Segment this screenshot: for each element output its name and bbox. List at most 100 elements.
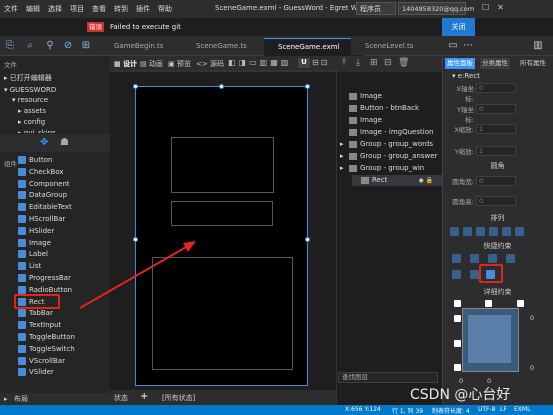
close-error-button[interactable]: 关闭: [442, 18, 475, 36]
debug-icon[interactable]: ⊘: [62, 40, 74, 52]
tree-item-gui-skins[interactable]: ▸ gui_skins: [18, 128, 56, 133]
handle-mid-left[interactable]: [133, 237, 138, 242]
layer-item[interactable]: ▸ Group - group_answer: [340, 151, 437, 162]
menu-file[interactable]: 文件: [0, 4, 22, 14]
prop-input[interactable]: 0: [476, 104, 516, 114]
layer-search-input[interactable]: 查找图层: [338, 372, 438, 383]
layout-tools[interactable]: ◧◨▭▥▦▧: [228, 58, 291, 67]
menu-plugins[interactable]: 插件: [132, 4, 154, 14]
layers-tab-icon[interactable]: ☗: [60, 137, 69, 148]
menu-view[interactable]: 查看: [88, 4, 110, 14]
constraint-hcenter-icon[interactable]: [470, 254, 479, 263]
components-tab-icon[interactable]: ✥: [40, 137, 48, 148]
more-icon[interactable]: ⋯: [462, 40, 474, 52]
expand-arrow-icon[interactable]: ▸: [340, 151, 346, 162]
prop-input[interactable]: 0: [476, 176, 516, 186]
files-icon[interactable]: ⎘: [4, 40, 16, 52]
source-mode[interactable]: <> 源码: [196, 59, 224, 69]
constraint-left-icon[interactable]: [452, 254, 461, 263]
prop-input[interactable]: 1: [476, 124, 516, 134]
component-item[interactable]: ToggleSwitch: [18, 343, 75, 355]
component-item[interactable]: DataGroup: [18, 189, 67, 201]
expand-arrow-icon[interactable]: ▸: [340, 139, 346, 150]
maximize-icon[interactable]: ☐: [482, 3, 489, 12]
preview-mode[interactable]: ▣ 预览: [168, 59, 191, 69]
close-window-icon[interactable]: ✕: [497, 3, 504, 12]
visibility-lock-icon[interactable]: ◉ 🔒: [418, 175, 433, 186]
status-tab-size[interactable]: 制表符长度: 4: [432, 406, 470, 415]
right-top-value[interactable]: 0: [530, 314, 534, 322]
git-icon[interactable]: ⚲: [44, 40, 56, 52]
right-bottom-value[interactable]: 0: [530, 364, 534, 372]
split-editor-icon[interactable]: ▭: [447, 40, 459, 52]
layer-item[interactable]: Image: [340, 91, 382, 102]
component-item[interactable]: Button: [18, 154, 52, 166]
component-item[interactable]: List: [18, 260, 41, 272]
layer-item[interactable]: Image: [340, 115, 382, 126]
menu-goto[interactable]: 转到: [110, 4, 132, 14]
top-left-check[interactable]: [454, 300, 461, 307]
status-eol[interactable]: LF: [500, 406, 507, 413]
align-bottom-icon[interactable]: [476, 227, 485, 236]
layer-item[interactable]: ▸ Group - group_win: [340, 163, 424, 174]
align-tools[interactable]: ⊟⊡: [312, 58, 329, 67]
tab-property-panel[interactable]: 属性面板: [445, 58, 475, 69]
minimize-icon[interactable]: –: [470, 3, 474, 12]
move-down-icon[interactable]: ⤓: [356, 58, 360, 68]
handle-top-mid[interactable]: [219, 84, 224, 89]
add-state-button[interactable]: +: [140, 391, 148, 402]
constraint-top-icon[interactable]: [506, 254, 515, 263]
menu-select[interactable]: 选择: [44, 4, 66, 14]
handle-mid-right[interactable]: [305, 237, 310, 242]
constraint-right-icon[interactable]: [488, 254, 497, 263]
align-left-icon[interactable]: [489, 227, 498, 236]
left-top-check[interactable]: [454, 315, 461, 322]
component-item[interactable]: TextInput: [18, 319, 61, 331]
tab-all-props[interactable]: 所有属性: [518, 58, 548, 69]
ungroup-icon[interactable]: ⊟: [384, 58, 392, 68]
snap-toggle[interactable]: U: [298, 58, 310, 68]
tab-scenelevel[interactable]: SceneLevel.ts: [351, 38, 425, 55]
left-bottom-check[interactable]: [454, 364, 461, 371]
tab-category-props[interactable]: 分类属性: [480, 58, 510, 69]
component-item[interactable]: CheckBox: [18, 166, 64, 178]
top-right-check[interactable]: [517, 300, 524, 307]
opened-editors[interactable]: ▸ 已打开编辑器: [4, 73, 52, 84]
move-up-icon[interactable]: ⤒: [342, 58, 346, 68]
layout-section[interactable]: ▸ 布局: [0, 393, 110, 405]
all-states-select[interactable]: [所有状态]: [162, 393, 195, 403]
tree-item-config[interactable]: ▸ config: [18, 117, 45, 128]
state-tab[interactable]: 状态: [114, 393, 128, 403]
component-item[interactable]: VSlider: [18, 366, 54, 378]
layer-item[interactable]: Button - btnBack: [340, 103, 419, 114]
align-top-icon[interactable]: [450, 227, 459, 236]
component-item[interactable]: TabBar: [18, 307, 53, 319]
left-center-check[interactable]: [454, 340, 461, 347]
tree-item-assets[interactable]: ▸ assets: [18, 106, 46, 117]
top-center-check[interactable]: [485, 300, 492, 307]
component-item[interactable]: HSlider: [18, 225, 54, 237]
search-icon[interactable]: ⌕: [24, 40, 36, 52]
constraint-fill-height-icon[interactable]: [470, 270, 479, 279]
animation-mode[interactable]: ▤ 动画: [140, 59, 163, 69]
component-item[interactable]: EditableText: [18, 201, 72, 213]
group-icon[interactable]: ⊞: [370, 58, 378, 68]
component-item[interactable]: HScrollBar: [18, 213, 65, 225]
align-right-icon[interactable]: [515, 227, 524, 236]
status-encoding[interactable]: UTF-8: [478, 406, 496, 413]
component-item[interactable]: Image: [18, 237, 51, 249]
layer-item[interactable]: Rect ◉ 🔒: [352, 175, 442, 186]
prop-input[interactable]: 0: [476, 83, 516, 93]
component-item[interactable]: ProgressBar: [18, 272, 71, 284]
component-item[interactable]: VScrollBar: [18, 355, 65, 367]
tab-gamebegin[interactable]: GameBegin.ts: [100, 38, 194, 55]
delete-layer-icon[interactable]: 🗑: [398, 58, 409, 68]
expand-arrow-icon[interactable]: ▸: [340, 163, 346, 174]
role-select[interactable]: 程序员: [356, 2, 396, 15]
tree-item-resource[interactable]: ▾ resource: [12, 95, 48, 106]
status-position[interactable]: 行 1, 列 39: [392, 406, 423, 415]
align-center-icon[interactable]: [502, 227, 511, 236]
toggle-panel-icon[interactable]: ▥: [532, 40, 544, 52]
extensions-icon[interactable]: ⊞: [80, 40, 92, 52]
prop-input[interactable]: 1: [476, 146, 516, 156]
